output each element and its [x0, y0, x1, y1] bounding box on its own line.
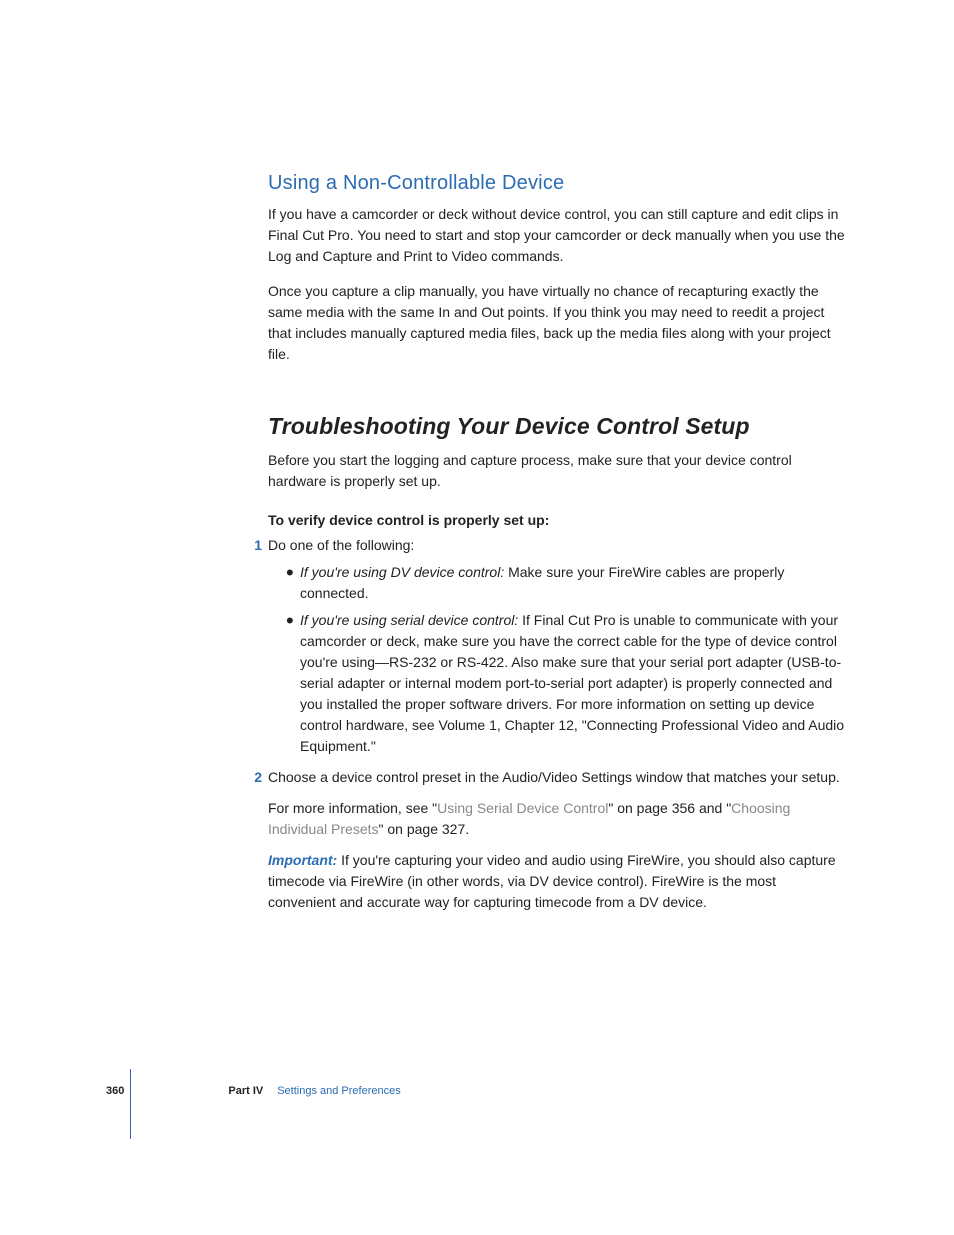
- page-content: Using a Non-Controllable Device If you h…: [0, 0, 954, 913]
- bullet-text: If Final Cut Pro is unable to communicat…: [300, 612, 844, 754]
- paragraph: Before you start the logging and capture…: [268, 450, 846, 492]
- important-note: Important: If you're capturing your vide…: [268, 850, 846, 913]
- footer-section: Settings and Preferences: [277, 1083, 401, 1100]
- text: " on page 356 and ": [608, 800, 731, 816]
- text: For more information, see ": [268, 800, 437, 816]
- step-number: 1: [250, 535, 262, 556]
- page-footer: 360 Part IV Settings and Preferences: [106, 1083, 401, 1100]
- bullet-list: If you're using DV device control: Make …: [286, 562, 846, 757]
- footer-part: Part IV: [228, 1083, 263, 1100]
- page-number: 360: [106, 1083, 124, 1100]
- step-number: 2: [250, 767, 262, 788]
- procedure-label: To verify device control is properly set…: [268, 510, 846, 531]
- main-heading-troubleshooting: Troubleshooting Your Device Control Setu…: [268, 409, 846, 444]
- step-text: Choose a device control preset in the Au…: [268, 769, 840, 785]
- link-serial-device-control[interactable]: Using Serial Device Control: [437, 800, 608, 816]
- paragraph: For more information, see "Using Serial …: [268, 798, 846, 840]
- bullet-lead: If you're using DV device control:: [300, 564, 504, 580]
- step-1: 1 Do one of the following: If you're usi…: [268, 535, 846, 757]
- list-item: If you're using serial device control: I…: [286, 610, 846, 757]
- section-heading-noncontrollable: Using a Non-Controllable Device: [268, 168, 846, 198]
- vertical-rule: [130, 1069, 131, 1139]
- step-2: 2 Choose a device control preset in the …: [268, 767, 846, 913]
- step-text: Do one of the following:: [268, 537, 414, 553]
- list-item: If you're using DV device control: Make …: [286, 562, 846, 604]
- footer-breadcrumb: Part IV Settings and Preferences: [228, 1083, 400, 1100]
- text: " on page 327.: [379, 821, 470, 837]
- paragraph: If you have a camcorder or deck without …: [268, 204, 846, 267]
- important-text: If you're capturing your video and audio…: [268, 852, 836, 910]
- paragraph: Once you capture a clip manually, you ha…: [268, 281, 846, 365]
- bullet-lead: If you're using serial device control:: [300, 612, 518, 628]
- important-label: Important:: [268, 852, 337, 868]
